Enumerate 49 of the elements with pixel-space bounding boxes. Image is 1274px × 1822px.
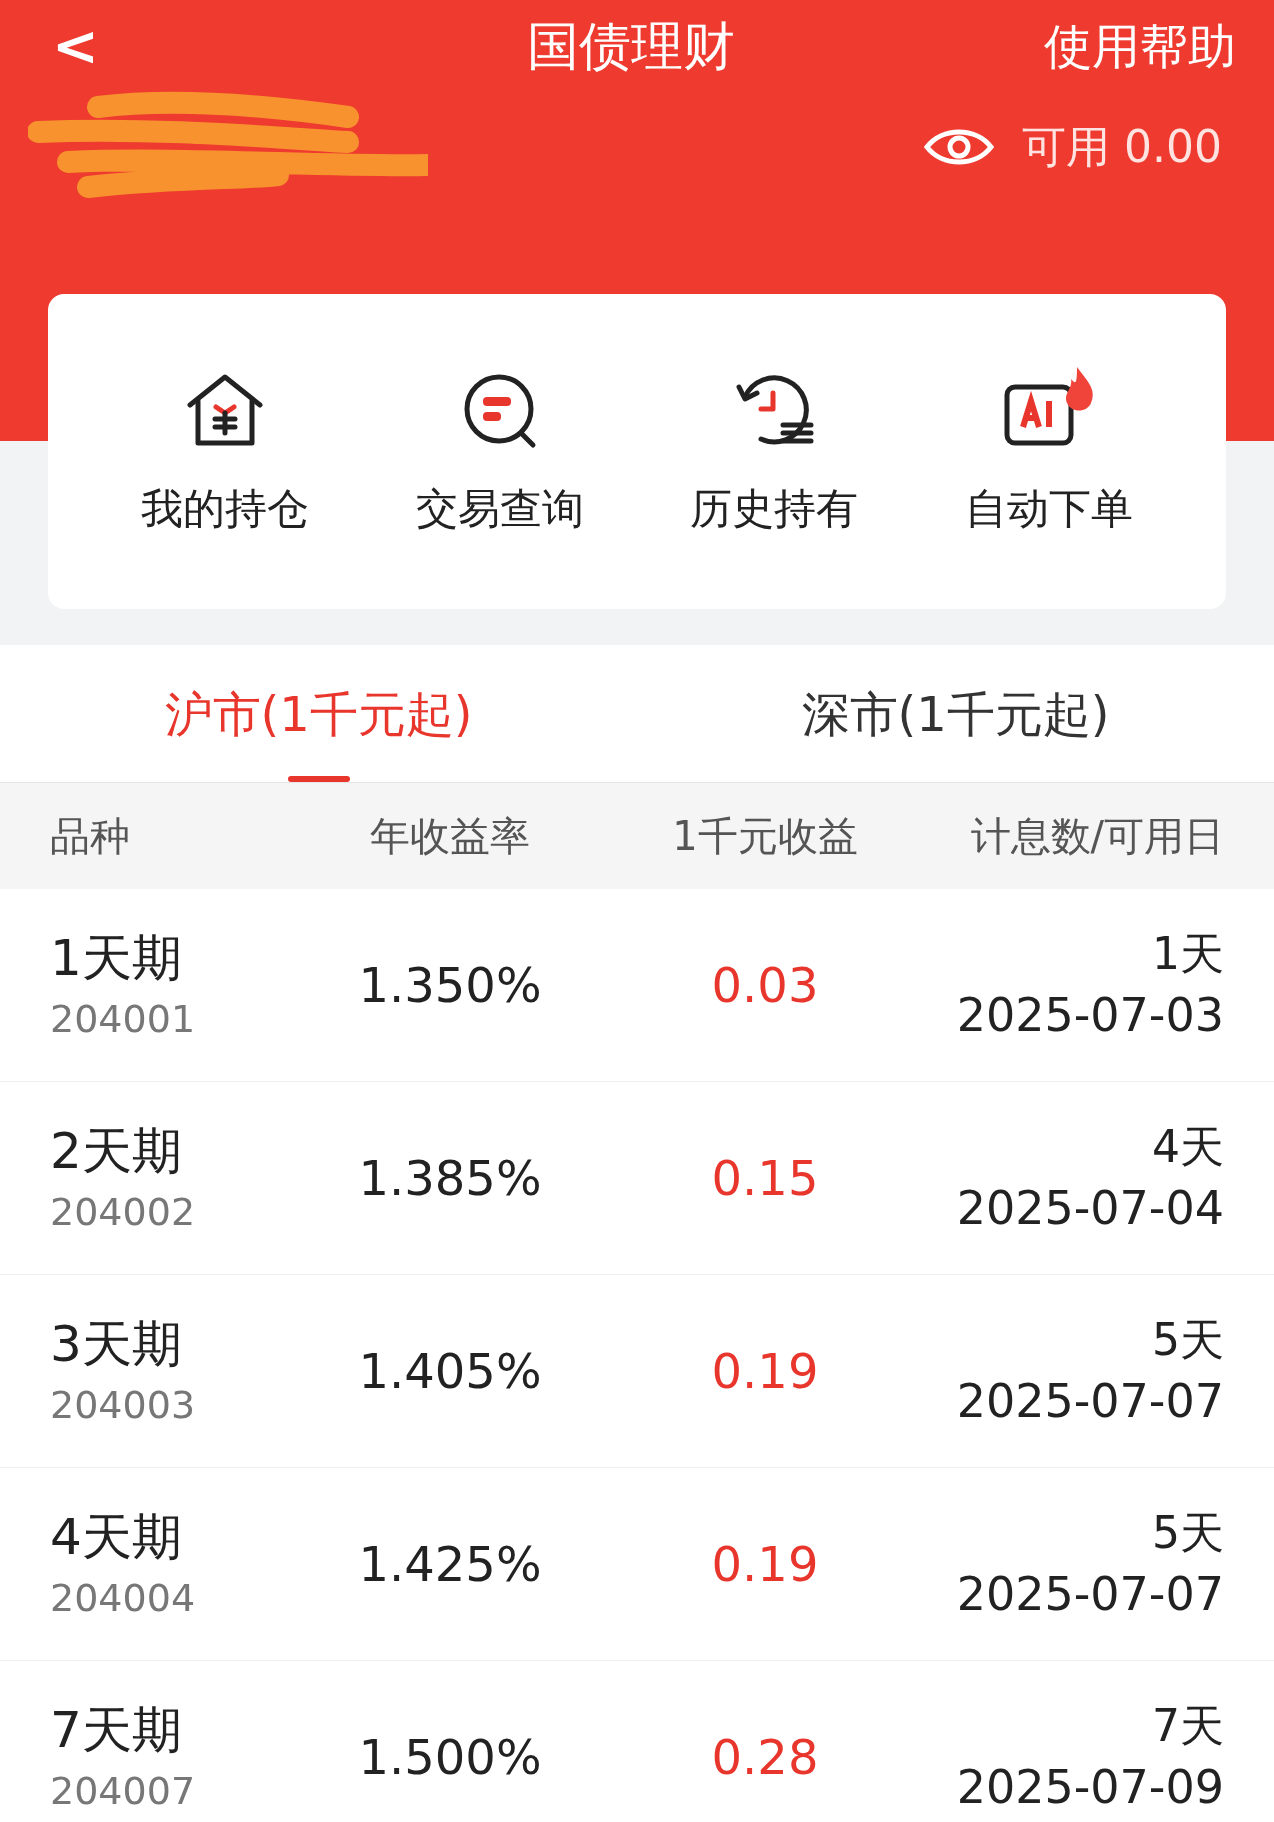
shortcut-button[interactable]: 自动下单 xyxy=(928,363,1169,540)
column-header: 计息数/可用日 xyxy=(969,812,1224,861)
available-date: 2025-07-03 xyxy=(956,986,1224,1044)
interest-days: 1天 xyxy=(1152,925,1224,981)
bond-name: 4天期 xyxy=(50,1507,183,1568)
bond-code: 204007 xyxy=(50,1767,197,1815)
help-link[interactable]: 使用帮助 xyxy=(1044,10,1236,82)
shortcut-button[interactable]: 我的持仓 xyxy=(105,363,346,540)
market-tab[interactable]: 沪市(1千元起) xyxy=(0,645,637,782)
annual-rate: 1.350% xyxy=(357,956,543,1015)
annual-rate: 1.500% xyxy=(357,1728,543,1787)
bond-name: 1天期 xyxy=(50,928,183,989)
bond-name: 3天期 xyxy=(50,1314,183,1375)
annual-rate: 1.425% xyxy=(357,1535,543,1594)
interest-days: 5天 xyxy=(1152,1504,1224,1560)
available-date: 2025-07-09 xyxy=(956,1758,1224,1816)
available-date: 2025-07-07 xyxy=(956,1565,1224,1623)
column-header: 1千元收益 xyxy=(671,812,859,861)
yield-value: 0.03 xyxy=(710,956,820,1015)
shortcut-button[interactable]: 交易查询 xyxy=(379,363,620,540)
available-balance: 可用 0.00 xyxy=(1022,120,1222,174)
column-header: 品种 xyxy=(50,812,131,861)
bond-row[interactable]: 3天期 204003 1.405% 0.19 5天 2025-07-07 xyxy=(0,1275,1274,1468)
page-title: 国债理财 xyxy=(527,15,736,78)
interest-days: 5天 xyxy=(1152,1311,1224,1367)
bond-name: 2天期 xyxy=(50,1121,183,1182)
shortcut-button[interactable]: 历史持有 xyxy=(654,363,895,540)
annual-rate: 1.385% xyxy=(357,1149,543,1208)
market-tab[interactable]: 深市(1千元起) xyxy=(637,645,1274,782)
yield-value: 0.28 xyxy=(710,1728,820,1787)
annual-rate: 1.405% xyxy=(357,1342,543,1401)
bond-row[interactable]: 1天期 204001 1.350% 0.03 1天 2025-07-03 xyxy=(0,889,1274,1082)
available-date: 2025-07-07 xyxy=(956,1372,1224,1430)
column-header: 年收益率 xyxy=(369,812,531,861)
bond-row[interactable]: 2天期 204002 1.385% 0.15 4天 2025-07-04 xyxy=(0,1082,1274,1275)
back-button[interactable]: < xyxy=(52,18,99,74)
interest-days: 4天 xyxy=(1152,1118,1224,1174)
bond-name: 7天期 xyxy=(50,1700,183,1761)
bond-row[interactable]: 4天期 204004 1.425% 0.19 5天 2025-07-07 xyxy=(0,1468,1274,1661)
yield-value: 0.19 xyxy=(710,1535,820,1594)
yield-value: 0.19 xyxy=(710,1342,820,1401)
bond-code: 204001 xyxy=(50,995,197,1043)
available-date: 2025-07-04 xyxy=(956,1179,1224,1237)
bond-code: 204002 xyxy=(50,1188,197,1236)
bond-code: 204004 xyxy=(50,1574,197,1622)
interest-days: 7天 xyxy=(1152,1697,1224,1753)
bond-row[interactable]: 7天期 204007 1.500% 0.28 7天 2025-07-09 xyxy=(0,1661,1274,1822)
bond-code: 204003 xyxy=(50,1381,197,1429)
yield-value: 0.15 xyxy=(710,1149,820,1208)
